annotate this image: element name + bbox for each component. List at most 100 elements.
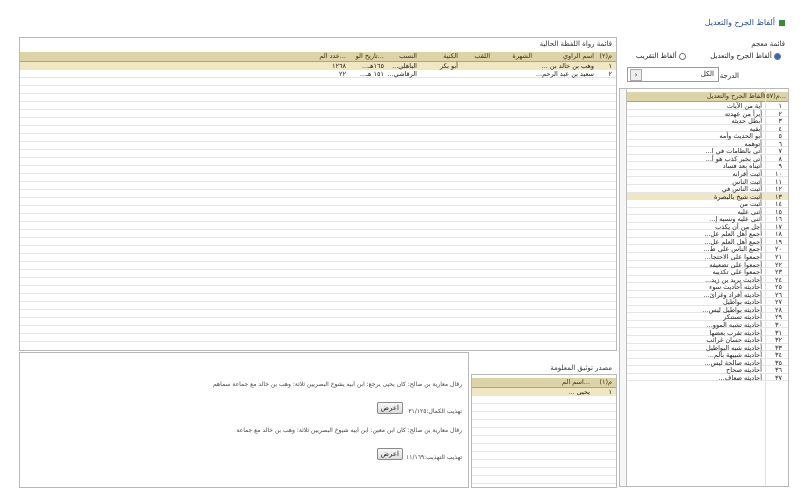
word-list: ألفاظ الجرح والتعديل م(١٥٧... ١ آية من ال… [619,88,789,487]
word-list-item[interactable]: ٣٣ أحاديثه شبه البواطيل [627,344,788,352]
word-list-item[interactable]: ١٦ أثنى عليه ونسبه إ... [627,215,788,223]
show-source-button[interactable]: اعرض [376,402,403,414]
source-title: مصدر توثيق المعلومة [550,364,612,372]
radio-taqrib-label: ألفاظ التقريب [635,52,677,60]
source-entry-ref: تهذيب التهذيب:١١/١٦٩ [406,454,462,461]
word-list-item[interactable]: ١٠ أثبت أقرانه [627,170,788,178]
empty-row [472,420,616,428]
empty-row [20,214,616,222]
narrator-cell-death: ١٥١ هـ... [359,70,384,78]
empty-row [20,254,616,262]
empty-row [472,468,616,476]
empty-row [20,126,616,134]
empty-row [20,182,616,190]
narrator-cell-death: ١٦٥هـ... [361,62,384,70]
col-name: اسم الراوي [562,52,594,60]
empty-row [20,174,616,182]
word-list-item[interactable]: ٢٦ أحاديثه أفراد وغرائ... [627,291,788,299]
col-count: عدد الم... [319,52,346,60]
empty-row [20,262,616,270]
level-select-value: الكل [700,70,714,78]
word-list-item[interactable]: ٢٤ أحاديث يريد بن زيد... [627,276,788,284]
source-detail: رقال معارية بن صالح: كان يحيى يرجع: ابن … [19,352,469,488]
narrator-cell-name: سعيد بن عبد الرحم... [535,70,594,78]
narrator-row[interactable]: ٢ سعيد بن عبد الرحم... الرقاشي... ١٥١ هـ...… [20,70,616,78]
empty-row [20,206,616,214]
app-icon [779,19,785,26]
word-list-item[interactable]: ٣٢ أحاديثه حسان غرائب [627,336,788,344]
word-list-item[interactable]: ٣٧ أحاديثه ضعاف... [627,374,788,382]
word-list-item[interactable]: ١٤ أثبت من [627,200,788,208]
level-select[interactable]: › الكل [627,67,719,82]
word-list-item[interactable]: ٣٤ أحاديثه شبيهة بالم... [627,351,788,359]
empty-row [20,190,616,198]
word-list-item[interactable]: ٥ أبو الحديث وأمه [627,132,788,140]
narrator-cell-num: ١ [608,62,613,70]
word-list-item[interactable]: ١٥ أثنى عليه [627,208,788,216]
empty-row [20,238,616,246]
word-list-header: ألفاظ الجرح والتعديل م(١٥٧... [627,92,788,102]
empty-row [472,452,616,460]
empty-row [20,78,616,86]
empty-row [20,294,616,302]
show-source-button[interactable]: اعرض [376,448,403,460]
empty-row [20,150,616,158]
word-list-item[interactable]: ١٢ أثبت الناس في [627,185,788,193]
radio-jarh[interactable]: ألفاظ الجرح والتعديل [710,52,781,60]
col-nisba: النسب [399,52,417,60]
word-list-item[interactable]: ٧ أتى بالطامات في ا... [627,147,788,155]
word-list-item[interactable]: ٣٠ أحاديثه تشبه الموو... [627,321,788,329]
word-list-item[interactable]: ٢٣ أجمعوا على تكذيبه [627,268,788,276]
word-list-item[interactable]: ٣٦ أحاديثه صحاح [627,366,788,374]
narrator-cell-name: وهب بن خالد بن ... [541,62,594,70]
word-list-item[interactable]: ٣٥ أحاديثه صالحة ليس... [627,359,788,367]
empty-row [472,412,616,420]
word-list-scrollbar[interactable] [620,89,627,486]
empty-row [472,444,616,452]
source-entry-text: رقال معارية بن صالح: كان ابن معين: ابن أ… [236,427,462,434]
word-list-item[interactable]: ٢ أبرأ من عهدته [627,110,788,118]
window-title: ألفاظ الجرح والتعديل [705,18,785,27]
word-list-item[interactable]: ١٣ أثبت شيخ بالبصرة [627,192,788,201]
empty-row [20,94,616,102]
empty-row [20,86,616,94]
word-list-item[interactable]: ٢٠ أجمع الناس على ط... [627,245,788,253]
word-list-item[interactable]: ٣ أبطل حديثه [627,117,788,125]
right-panel-title: قائمة معجم [751,40,785,48]
empty-row [472,460,616,468]
empty-row [472,396,616,404]
dropdown-arrow-icon[interactable]: › [630,69,642,81]
radio-dot-icon [679,52,686,60]
empty-row [20,118,616,126]
word-list-item[interactable]: ٢١ أجمعوا على الاحتجا... [627,253,788,261]
source-row[interactable]: ١ يحيى ... [472,388,616,396]
empty-row [472,428,616,436]
empty-row [472,436,616,444]
source-entry-ref: تهذيب الكمال:٣١/١٢٥ [408,408,462,415]
word-list-item[interactable]: ٢٩ أحاديثه تستنكر [627,313,788,321]
empty-row [20,302,616,310]
word-list-item[interactable]: ٣١ أحاديثه تقرب بعضها [627,329,788,337]
narrator-cell-num: ٢ [608,70,613,78]
source-cell-num: ١ [608,388,613,396]
word-list-item[interactable]: ٩ أتيناه بعد فساد [627,162,788,170]
word-list-item[interactable]: ٢٨ أحاديثه بواطيل ليس... [627,306,788,314]
empty-row [20,166,616,174]
empty-row [20,102,616,110]
word-list-item[interactable]: ٢٥ أحاديثه أحاديث سوء [627,283,788,291]
narrators-title: قائمة رواة اللفظة الحالية [539,40,612,48]
source-list: م(١) اسم الم... ١ يحيى ... [471,374,617,488]
word-list-item[interactable]: ١١ أثبت الناس [627,178,788,186]
word-list-item[interactable]: ٢٧ أحاديثه بواطيل [627,298,788,306]
narrator-row[interactable]: ١ وهب بن خالد بن ... أبو بكر الباهلي... ١٦٥ه… [20,62,616,70]
word-list-item[interactable]: ٨ أتى بخبر كذب هو أ... [627,155,788,163]
word-list-item[interactable]: ١ آية من الآيات [627,102,788,110]
word-list-item[interactable]: ٤ أبقيه [627,125,788,133]
word-list-item[interactable]: ١٨ أجمع أهل العلم عل... [627,230,788,238]
radio-taqrib[interactable]: ألفاظ التقريب [636,52,686,60]
word-list-item[interactable]: ٢٢ أجمعوا على تضعيفه [627,261,788,269]
col-num: م(٢) [599,52,612,60]
window-title-text: ألفاظ الجرح والتعديل [704,18,775,27]
narrators-header: م(٢) اسم الراوي الشهرة اللقب الكنية النس… [20,52,616,62]
empty-row [472,404,616,412]
